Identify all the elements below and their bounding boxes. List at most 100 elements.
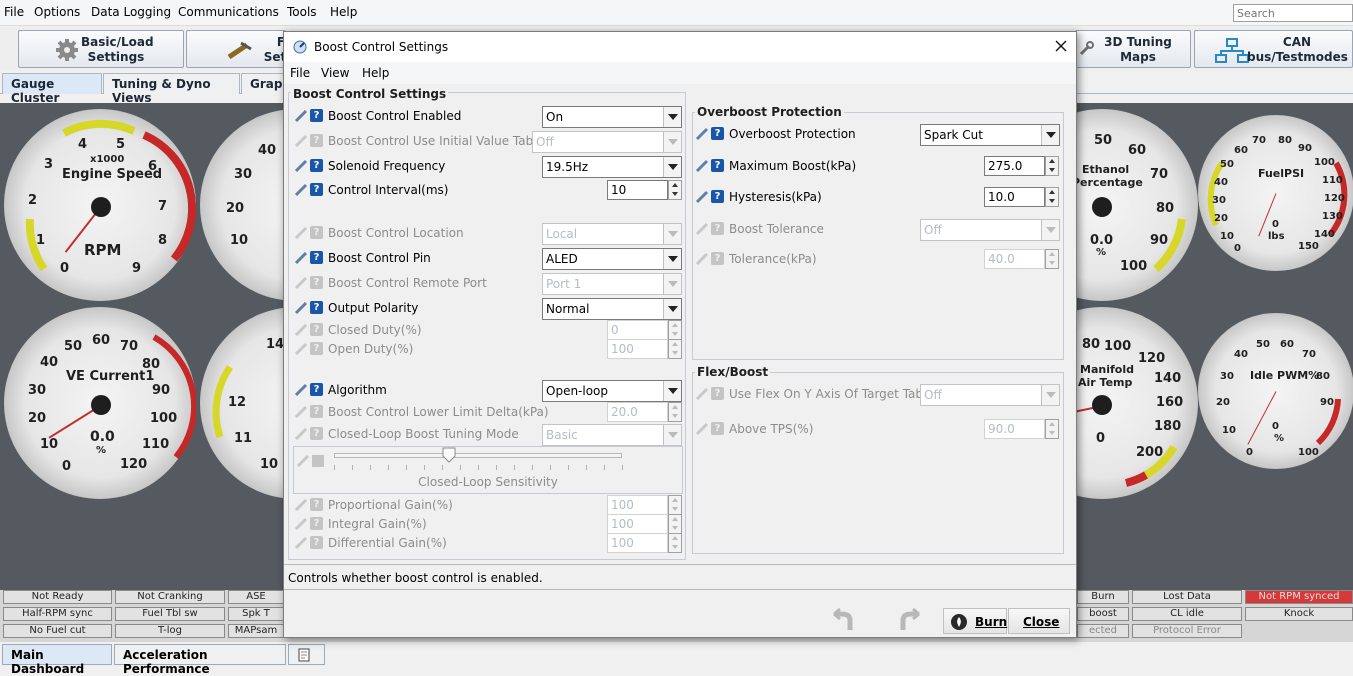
closed-duty-row: ? Closed Duty(%) 0	[294, 320, 684, 340]
chevron-down-icon	[663, 381, 681, 401]
slider-tick	[460, 465, 461, 470]
maximum-boost-spinner[interactable]: 275.0	[984, 156, 1059, 176]
help-icon[interactable]: ?	[711, 190, 724, 203]
overboost-legend: Overboost Protection	[695, 105, 844, 119]
select-value: Port 1	[546, 277, 582, 291]
field-label: Boost Tolerance	[729, 222, 824, 236]
undo-icon[interactable]	[832, 608, 858, 632]
help-icon: ?	[310, 342, 323, 355]
boost-control-pin-row: ? Boost Control Pin ALED	[294, 248, 684, 270]
gauge-tick: 110	[1322, 175, 1343, 186]
indicator: ected	[1077, 624, 1129, 638]
idle-pwm-unit: %	[1274, 433, 1285, 444]
gauge-tick: 70	[1252, 135, 1266, 146]
tab-tuning-dyno[interactable]: Tuning & Dyno Views	[103, 73, 240, 105]
menu-options[interactable]: Options	[34, 5, 80, 19]
gauge-tick: 14	[266, 337, 285, 352]
help-icon: ?	[310, 517, 323, 530]
close-button[interactable]: Close	[1008, 608, 1070, 634]
spinner-arrows[interactable]	[1045, 187, 1059, 207]
spinner-arrows	[668, 320, 682, 340]
help-icon: ?	[711, 222, 724, 235]
edit-pen-icon	[294, 159, 308, 173]
solenoid-frequency-select[interactable]: 19.5Hz	[542, 156, 682, 178]
control-interval-spinner[interactable]: 10	[607, 180, 682, 200]
field-label: Boost Control Lower Limit Delta(kPa)	[328, 405, 549, 419]
gauge-hub	[1092, 197, 1112, 217]
indicator: boost	[1077, 607, 1129, 621]
gauge-tick: 80	[142, 357, 161, 372]
boost-control-pin-select[interactable]: ALED	[542, 248, 682, 270]
network-icon	[1215, 38, 1249, 63]
field-label: Proportional Gain(%)	[328, 498, 453, 512]
slider-tick	[478, 465, 479, 470]
field-label: Boost Control Location	[328, 226, 464, 240]
solenoid-frequency-row: ? Solenoid Frequency 19.5Hz	[294, 156, 684, 178]
help-icon[interactable]: ?	[310, 383, 323, 396]
chevron-down-icon	[663, 107, 681, 127]
tab-gauge-cluster[interactable]: Gauge Cluster	[2, 73, 102, 105]
gauge-tick: 80	[1156, 201, 1175, 216]
help-icon[interactable]: ?	[711, 159, 724, 172]
close-icon[interactable]	[1055, 40, 1067, 52]
open-duty-row: ? Open Duty(%) 100	[294, 339, 684, 359]
search-input[interactable]	[1233, 4, 1353, 22]
initial-value-table-select: Off	[532, 131, 682, 153]
hysteresis-spinner[interactable]: 10.0	[984, 187, 1059, 207]
gauge-tick: 80	[1082, 337, 1101, 352]
fuel-settings-button[interactable]: F Set	[186, 30, 286, 68]
spinner-arrows	[668, 495, 682, 515]
help-icon[interactable]: ?	[310, 251, 323, 264]
spinner-arrows[interactable]	[1045, 156, 1059, 176]
edit-pen-icon	[294, 251, 308, 265]
spinner-arrows	[1045, 249, 1059, 269]
dialog-menu-help[interactable]: Help	[362, 66, 389, 80]
above-tps-row: ? Above TPS(%) 90.0	[695, 419, 1061, 439]
edit-pen-icon	[294, 276, 308, 290]
indicator: Not Ready	[3, 590, 112, 604]
tab-acceleration-performance[interactable]: Acceleration Performance	[114, 644, 286, 676]
gauge-tick: 90	[152, 383, 171, 398]
new-dashboard-tab[interactable]	[288, 644, 325, 665]
burn-label: Burn	[975, 615, 1008, 629]
menu-communications[interactable]: Communications	[178, 5, 279, 19]
gauge-tick: 120	[1324, 193, 1345, 204]
menu-tools[interactable]: Tools	[287, 5, 317, 19]
output-polarity-select[interactable]: Normal	[542, 298, 682, 320]
spinner-arrows	[668, 514, 682, 534]
help-icon[interactable]: ?	[310, 301, 323, 314]
boost-tolerance-select: Off	[920, 219, 1060, 241]
basic-load-settings-button[interactable]: Basic/Load Settings	[18, 30, 184, 68]
menu-data-logging[interactable]: Data Logging	[91, 5, 171, 19]
menu-help[interactable]: Help	[330, 5, 357, 19]
help-icon[interactable]: ?	[310, 159, 323, 172]
spinner-value: 10	[611, 183, 627, 197]
gauge-tick: 40	[1234, 349, 1248, 360]
gauge-tick: 11	[234, 431, 253, 446]
gauge-tick: 60	[1234, 145, 1248, 156]
menu-file[interactable]: File	[4, 5, 24, 19]
dialog-menu-view[interactable]: View	[321, 66, 349, 80]
gauge-tick: 20	[1216, 397, 1230, 408]
can-bus-button[interactable]: CAN bus/Testmodes	[1194, 30, 1353, 68]
3d-tuning-maps-button[interactable]: 3D Tuning Maps	[1075, 30, 1191, 68]
remote-port-row: ? Boost Control Remote Port Port 1	[294, 273, 684, 295]
redo-icon[interactable]	[895, 608, 921, 632]
dialog-menu-file[interactable]: File	[290, 66, 310, 80]
help-icon[interactable]: ?	[310, 183, 323, 196]
dialog-status-bar: Controls whether boost control is enable…	[284, 564, 1076, 590]
burn-button[interactable]: Burn	[943, 608, 1007, 634]
select-value: ALED	[546, 252, 578, 266]
boost-control-enabled-select[interactable]: On	[542, 106, 682, 128]
chevron-down-icon	[663, 425, 681, 445]
help-icon[interactable]: ?	[310, 109, 323, 122]
tab-main-dashboard[interactable]: Main Dashboard	[2, 644, 112, 676]
algorithm-select[interactable]: Open-loop	[542, 380, 682, 402]
overboost-protection-select[interactable]: Spark Cut	[920, 124, 1060, 146]
spinner-arrows[interactable]	[668, 180, 682, 200]
gauge-tick: 7	[158, 199, 168, 214]
engine-speed-mult: x1000	[90, 154, 125, 165]
basic-load-label-2: Settings	[87, 50, 145, 64]
help-icon[interactable]: ?	[711, 127, 724, 140]
can-label-2: bus/Testmodes	[1247, 50, 1348, 64]
